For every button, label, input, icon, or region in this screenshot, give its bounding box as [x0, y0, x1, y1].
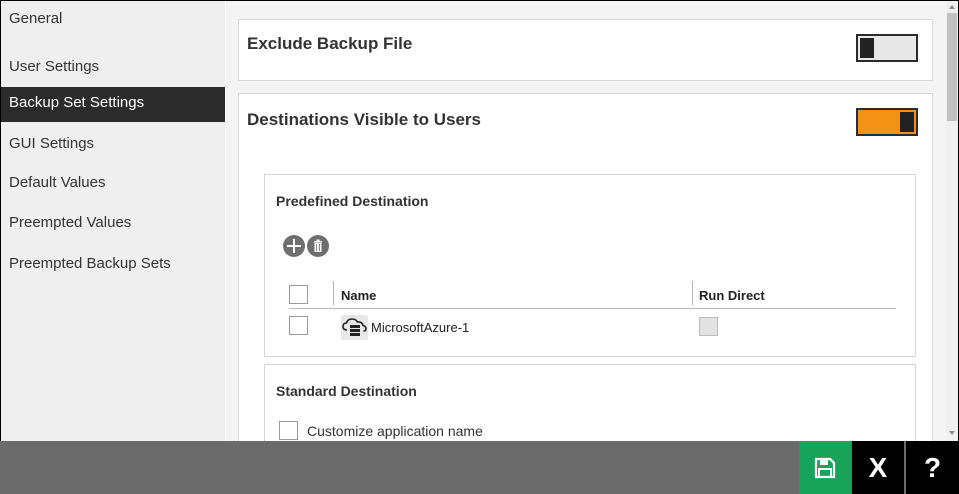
settings-content: Exclude Backup File Destinations Visible… [226, 1, 946, 441]
standard-destination-panel: Standard Destination Customize applicati… [264, 364, 916, 441]
settings-sidebar: General User Settings Backup Set Setting… [1, 1, 225, 441]
close-button[interactable]: X [852, 441, 904, 494]
run-direct-checkbox [699, 317, 718, 336]
row-checkbox[interactable] [289, 316, 308, 335]
sidebar-item-label: General [9, 10, 63, 27]
column-separator [692, 281, 693, 305]
destinations-panel: Destinations Visible to Users Predefined… [238, 93, 933, 441]
exclude-backup-title: Exclude Backup File [247, 34, 413, 53]
select-all-checkbox[interactable] [289, 285, 308, 304]
footer-toolbar: X ? [0, 441, 959, 494]
close-icon: X [868, 451, 888, 483]
sidebar-item-label: Preempted Values [9, 214, 132, 231]
toggle-fill [860, 112, 900, 132]
help-icon: ? [923, 451, 942, 483]
save-button[interactable] [799, 441, 851, 494]
delete-destination-button[interactable] [307, 235, 329, 257]
plus-icon [287, 239, 301, 253]
exclude-backup-panel: Exclude Backup File [238, 19, 933, 81]
standard-destination-title: Standard Destination [276, 383, 417, 399]
sidebar-item-gui-settings[interactable]: GUI Settings [1, 125, 225, 161]
sidebar-item-default-values[interactable]: Default Values [1, 164, 225, 200]
sidebar-item-label: Backup Set Settings [9, 94, 145, 111]
header-divider [289, 308, 896, 309]
sidebar-item-label: GUI Settings [9, 135, 95, 152]
column-header-name[interactable]: Name [341, 288, 376, 303]
scroll-down-icon[interactable] [948, 429, 956, 437]
sidebar-item-label: User Settings [9, 58, 100, 75]
predefined-destination-panel: Predefined Destination Name Run Direct M… [264, 174, 916, 357]
toggle-knob [900, 112, 914, 132]
column-header-run-direct[interactable]: Run Direct [699, 288, 765, 303]
destinations-title: Destinations Visible to Users [247, 110, 481, 129]
scroll-thumb[interactable] [947, 13, 957, 121]
sidebar-item-backup-set-settings[interactable]: Backup Set Settings [1, 87, 225, 122]
trash-icon [314, 239, 322, 252]
toggle-knob [860, 38, 874, 58]
add-destination-button[interactable] [283, 235, 305, 257]
column-separator [333, 281, 334, 305]
sidebar-item-label: Default Values [9, 174, 106, 191]
cloud-storage-icon-glyph [342, 318, 367, 336]
sidebar-item-user-settings[interactable]: User Settings [1, 48, 225, 84]
customize-app-name-label: Customize application name [307, 423, 483, 439]
sidebar-item-label: Preempted Backup Sets [9, 255, 171, 272]
cloud-storage-icon [341, 315, 368, 340]
sidebar-item-preempted-backup-sets[interactable]: Preempted Backup Sets [1, 245, 225, 281]
scroll-up-icon[interactable] [948, 3, 956, 11]
help-button[interactable]: ? [906, 441, 959, 494]
floppy-disk-icon [814, 457, 836, 478]
destinations-toggle[interactable] [856, 108, 918, 136]
destination-name[interactable]: MicrosoftAzure-1 [371, 320, 469, 335]
vertical-scrollbar[interactable] [946, 1, 958, 441]
exclude-backup-toggle[interactable] [856, 34, 918, 62]
sidebar-item-preempted-values[interactable]: Preempted Values [1, 204, 225, 240]
customize-app-name-checkbox[interactable] [279, 421, 298, 440]
sidebar-item-general[interactable]: General [1, 9, 225, 45]
predefined-destination-title: Predefined Destination [276, 193, 429, 209]
